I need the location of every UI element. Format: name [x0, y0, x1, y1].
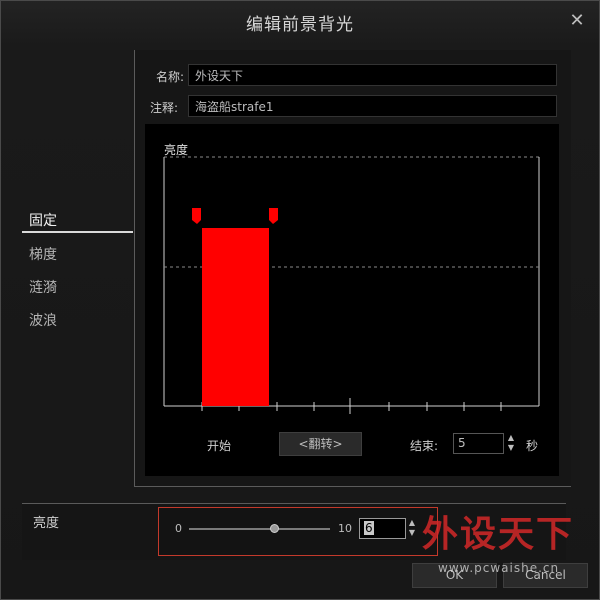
brightness-bar[interactable]: [202, 228, 269, 406]
name-field[interactable]: 外设天下: [188, 64, 557, 86]
name-label: 名称:: [155, 70, 184, 84]
brightness-spinner[interactable]: ▲ ▼: [408, 518, 416, 539]
end-seconds-input[interactable]: 5: [453, 433, 504, 454]
slider-min-label: 0: [175, 522, 182, 535]
sidebar-item-ripple[interactable]: 涟漪: [29, 277, 57, 297]
brightness-value-text: 6: [364, 521, 374, 535]
ok-button[interactable]: OK: [412, 563, 497, 588]
dialog-title: 编辑前景背光: [246, 15, 354, 35]
lighting-graph: 亮度 开始 <翻转> 结束: 5 ▲ ▼ 秒: [145, 124, 559, 476]
graph-svg: 亮度: [163, 142, 540, 414]
slider-max-label: 10: [338, 522, 352, 535]
sidebar-item-gradient[interactable]: 梯度: [29, 244, 57, 264]
end-seconds-spinner[interactable]: ▲ ▼: [507, 433, 515, 454]
flip-button[interactable]: <翻转>: [279, 432, 362, 456]
brightness-slider-track[interactable]: [189, 528, 330, 530]
note-label: 注释:: [149, 101, 178, 115]
brightness-slider-group: 0 10 6 ▲ ▼: [158, 507, 438, 556]
note-field[interactable]: 海盗船strafe1: [188, 95, 557, 117]
sidebar-active-underline: [22, 231, 133, 233]
brightness-label: 亮度: [33, 516, 60, 531]
bar-end-handle[interactable]: [269, 208, 278, 224]
graph-y-label: 亮度: [164, 142, 188, 157]
brightness-slider-thumb[interactable]: [269, 524, 279, 533]
end-label: 结束:: [410, 439, 439, 453]
brightness-value-input[interactable]: 6: [359, 518, 406, 539]
seconds-unit: 秒: [526, 439, 539, 453]
cancel-button[interactable]: Cancel: [503, 563, 588, 588]
sidebar-item-fixed[interactable]: 固定: [29, 210, 57, 230]
close-icon[interactable]: ✕: [569, 12, 585, 30]
bar-start-handle[interactable]: [192, 208, 201, 224]
start-label: 开始: [207, 439, 232, 453]
sidebar-item-wave[interactable]: 波浪: [29, 310, 57, 330]
